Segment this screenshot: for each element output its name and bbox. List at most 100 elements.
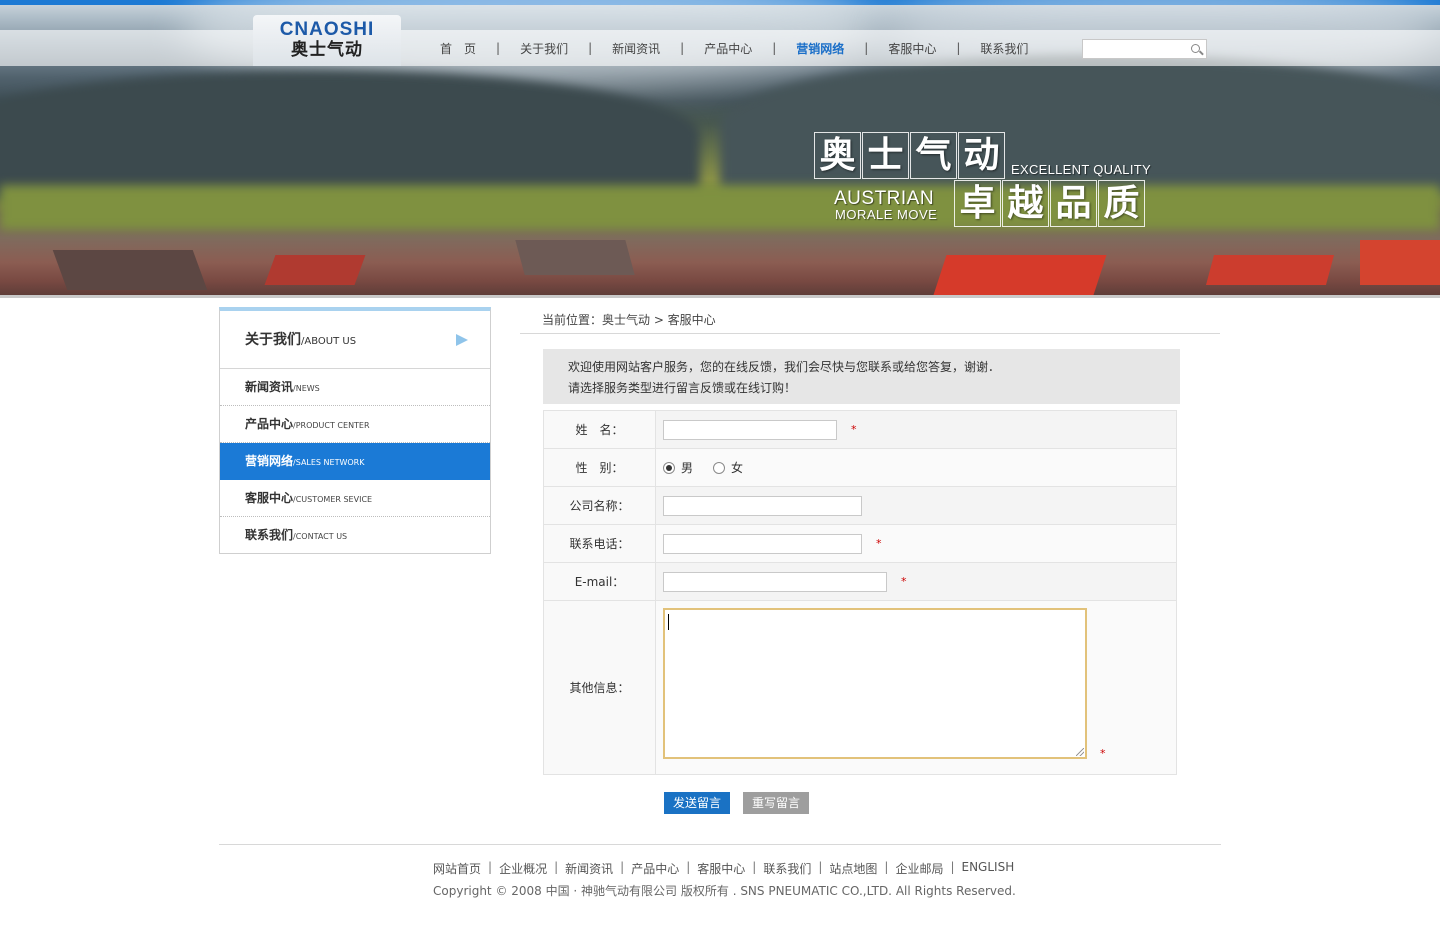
gender-female-radio[interactable] <box>713 461 726 474</box>
other-field-cell: * <box>656 601 1176 774</box>
gender-male-option[interactable]: 男 <box>663 459 693 476</box>
site-logo[interactable]: CNAOSHI 奥士气动 <box>253 15 401 66</box>
company-field-cell <box>656 487 1176 524</box>
slogan-char: 动 <box>958 132 1005 179</box>
gender-female-label: 女 <box>731 461 744 475</box>
reset-message-button[interactable]: 重写留言 <box>743 792 810 814</box>
sidebar-item-sales-network[interactable]: 营销网络/SALES NETWORK <box>220 443 490 480</box>
slogan-cn-line2: 卓 越 品 质 <box>954 180 1146 227</box>
gender-field-cell: 男 女 <box>656 449 1176 486</box>
sidebar-title: 关于我们 <box>245 332 301 348</box>
banner-slogan: 奥 士 气 动 卓 越 品 质 EXCELLENT QUALITY AUSTRI… <box>814 132 1151 228</box>
name-label: 姓 名： <box>544 411 656 448</box>
footer-separator: | <box>488 860 493 874</box>
sidebar-item-news[interactable]: 新闻资讯/NEWS <box>220 369 490 406</box>
footer-link-products[interactable]: 产品中心 <box>631 860 679 877</box>
email-label: E-mail： <box>544 563 656 600</box>
email-field-cell: * <box>656 563 1176 600</box>
form-row-name: 姓 名： * <box>544 411 1176 449</box>
slogan-cn-line1: 奥 士 气 动 <box>814 132 1006 179</box>
company-input[interactable] <box>663 495 862 516</box>
banner-roof <box>1360 240 1440 285</box>
banner-fields <box>0 185 1440 230</box>
sidebar-item-label: 联系我们 <box>245 528 294 542</box>
slogan-char: 士 <box>862 132 909 179</box>
form-row-other: 其他信息： * <box>544 601 1176 775</box>
slogan-char: 质 <box>1098 180 1145 227</box>
other-info-textarea[interactable] <box>665 610 1085 757</box>
email-input[interactable] <box>663 571 887 592</box>
company-label: 公司名称： <box>544 487 656 524</box>
main-nav: 首 页 | 关于我们 | 新闻资讯 | 产品中心 | 营销网络 | 客服中心 |… <box>440 30 1028 66</box>
sidebar-item-label: 营销网络 <box>245 454 294 468</box>
sidebar-item-service[interactable]: 客服中心/CUSTOMER SEVICE <box>220 480 490 517</box>
sidebar-header[interactable]: 关于我们/ABOUT US <box>220 311 490 369</box>
notice-line: 欢迎使用网站客户服务，您的在线反馈，我们会尽快与您联系或给您答复，谢谢． <box>568 360 1001 374</box>
sidebar-item-label-en: /SALES NETWORK <box>293 458 365 467</box>
nav-item-about[interactable]: 关于我们 <box>520 40 568 57</box>
sidebar-item-label-en: /CUSTOMER SEVICE <box>293 495 373 504</box>
gender-male-label: 男 <box>681 461 694 475</box>
name-field-cell: * <box>656 411 1176 448</box>
form-row-company: 公司名称： <box>544 487 1176 525</box>
slogan-en-quality: EXCELLENT QUALITY <box>1011 162 1151 177</box>
sidebar-item-contact[interactable]: 联系我们/CONTACT US <box>220 517 490 554</box>
nav-item-sales-network[interactable]: 营销网络 <box>796 40 844 57</box>
sidebar-item-products[interactable]: 产品中心/PRODUCT CENTER <box>220 406 490 443</box>
nav-item-service[interactable]: 客服中心 <box>888 40 936 57</box>
sidebar-item-label: 客服中心 <box>245 491 294 505</box>
slogan-char: 奥 <box>814 132 861 179</box>
nav-separator: | <box>864 41 869 55</box>
nav-item-contact[interactable]: 联系我们 <box>980 40 1028 57</box>
slogan-char: 卓 <box>954 180 1001 227</box>
feedback-form: 姓 名： * 性 别： 男 女 公司名称： 联系电话： * E-mail： * … <box>543 410 1177 775</box>
nav-separator: | <box>588 41 593 55</box>
search-icon[interactable] <box>1191 44 1200 53</box>
text-cursor <box>668 614 669 630</box>
footer-link-service[interactable]: 客服中心 <box>697 860 745 877</box>
nav-separator: | <box>956 41 961 55</box>
footer-link-sitemap[interactable]: 站点地图 <box>829 860 877 877</box>
banner-roof <box>1205 255 1335 285</box>
required-mark: * <box>851 423 857 436</box>
other-info-textarea-wrap <box>663 608 1087 759</box>
footer-link-overview[interactable]: 企业概况 <box>499 860 547 877</box>
slogan-en-morale: MORALE MOVE <box>835 207 938 222</box>
banner-bottom-border <box>0 295 1440 298</box>
phone-input[interactable] <box>663 533 862 554</box>
search-input[interactable] <box>1083 40 1183 58</box>
gender-female-option[interactable]: 女 <box>713 459 743 476</box>
nav-item-products[interactable]: 产品中心 <box>704 40 752 57</box>
sidebar-item-label-en: /PRODUCT CENTER <box>293 421 370 430</box>
banner-roof <box>515 240 635 275</box>
form-row-phone: 联系电话： * <box>544 525 1176 563</box>
footer-divider <box>219 844 1221 845</box>
footer-link-english[interactable]: ENGLISH <box>962 860 1015 877</box>
footer-link-news[interactable]: 新闻资讯 <box>565 860 613 877</box>
breadcrumb: 当前位置：奥士气动 > 客服中心 <box>542 313 716 327</box>
send-message-button[interactable]: 发送留言 <box>664 792 731 814</box>
logo-text-en: CNAOSHI <box>279 19 375 40</box>
gender-male-radio[interactable] <box>663 461 675 474</box>
form-row-email: E-mail： * <box>544 563 1176 601</box>
required-mark: * <box>876 537 882 550</box>
slogan-char: 越 <box>1002 180 1049 227</box>
footer-link-mail[interactable]: 企业邮局 <box>895 860 943 877</box>
banner-roof <box>52 250 208 290</box>
nav-item-home[interactable]: 首 页 <box>440 40 476 57</box>
search-box <box>1082 39 1207 59</box>
name-input[interactable] <box>663 419 837 440</box>
nav-item-news[interactable]: 新闻资讯 <box>612 40 660 57</box>
banner-mountain <box>0 70 700 200</box>
sidebar-title-en: /ABOUT US <box>301 336 357 347</box>
footer-separator: | <box>620 860 625 874</box>
breadcrumb-divider <box>520 333 1220 334</box>
footer-link-home[interactable]: 网站首页 <box>433 860 481 877</box>
phone-field-cell: * <box>656 525 1176 562</box>
nav-separator: | <box>680 41 685 55</box>
footer-link-contact[interactable]: 联系我们 <box>763 860 811 877</box>
nav-separator: | <box>496 41 501 55</box>
form-row-gender: 性 别： 男 女 <box>544 449 1176 487</box>
sidebar-item-label: 新闻资讯 <box>245 380 294 394</box>
resize-grip-icon[interactable] <box>1076 748 1084 756</box>
